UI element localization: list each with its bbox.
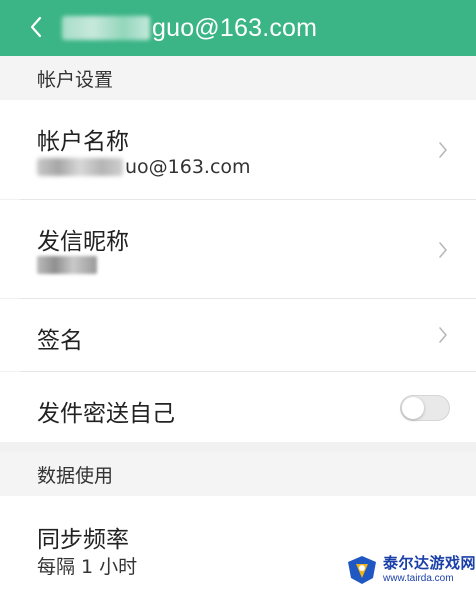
- section-label: 帐户设置: [37, 68, 114, 91]
- section-header-account-settings: 帐户设置: [0, 56, 476, 100]
- page-title: guo@163.com: [62, 12, 317, 44]
- sync-frequency-label: 同步频率: [37, 527, 129, 553]
- section-header-data-usage: 数据使用: [0, 452, 476, 496]
- chevron-right-icon: [436, 138, 450, 162]
- nickname-value: [37, 256, 97, 274]
- watermark-url: www.tairda.com: [383, 573, 454, 584]
- account-name-value: uo@163.com: [37, 156, 251, 178]
- account-name-value-text: uo@163.com: [125, 156, 251, 178]
- site-watermark: 泰尔达游戏网 www.tairda.com: [345, 550, 476, 590]
- chevron-left-icon: [30, 16, 42, 38]
- page-title-text: guo@163.com: [152, 13, 318, 42]
- account-name-label: 帐户名称: [37, 129, 129, 155]
- redacted-text: [37, 158, 123, 176]
- account-name-row[interactable]: 帐户名称 uo@163.com: [0, 100, 476, 199]
- chevron-right-icon: [436, 238, 450, 262]
- nickname-label: 发信昵称: [37, 229, 129, 255]
- toggle-knob: [402, 397, 424, 419]
- app-header: guo@163.com: [0, 0, 476, 56]
- redacted-text: [37, 256, 97, 274]
- shield-logo-icon: [348, 556, 376, 584]
- redacted-text: [62, 16, 150, 40]
- nickname-row[interactable]: 发信昵称: [0, 200, 476, 298]
- sync-frequency-value: 每隔 1 小时: [37, 556, 138, 578]
- signature-label: 签名: [37, 328, 83, 354]
- bcc-self-toggle[interactable]: [400, 395, 450, 421]
- signature-row[interactable]: 签名: [0, 299, 476, 371]
- chevron-right-icon: [436, 323, 450, 347]
- watermark-name: 泰尔达游戏网: [383, 554, 476, 572]
- section-label: 数据使用: [37, 464, 114, 487]
- bcc-self-label: 发件密送自己: [37, 401, 175, 427]
- back-button[interactable]: [18, 9, 54, 45]
- section-gap: [0, 442, 476, 452]
